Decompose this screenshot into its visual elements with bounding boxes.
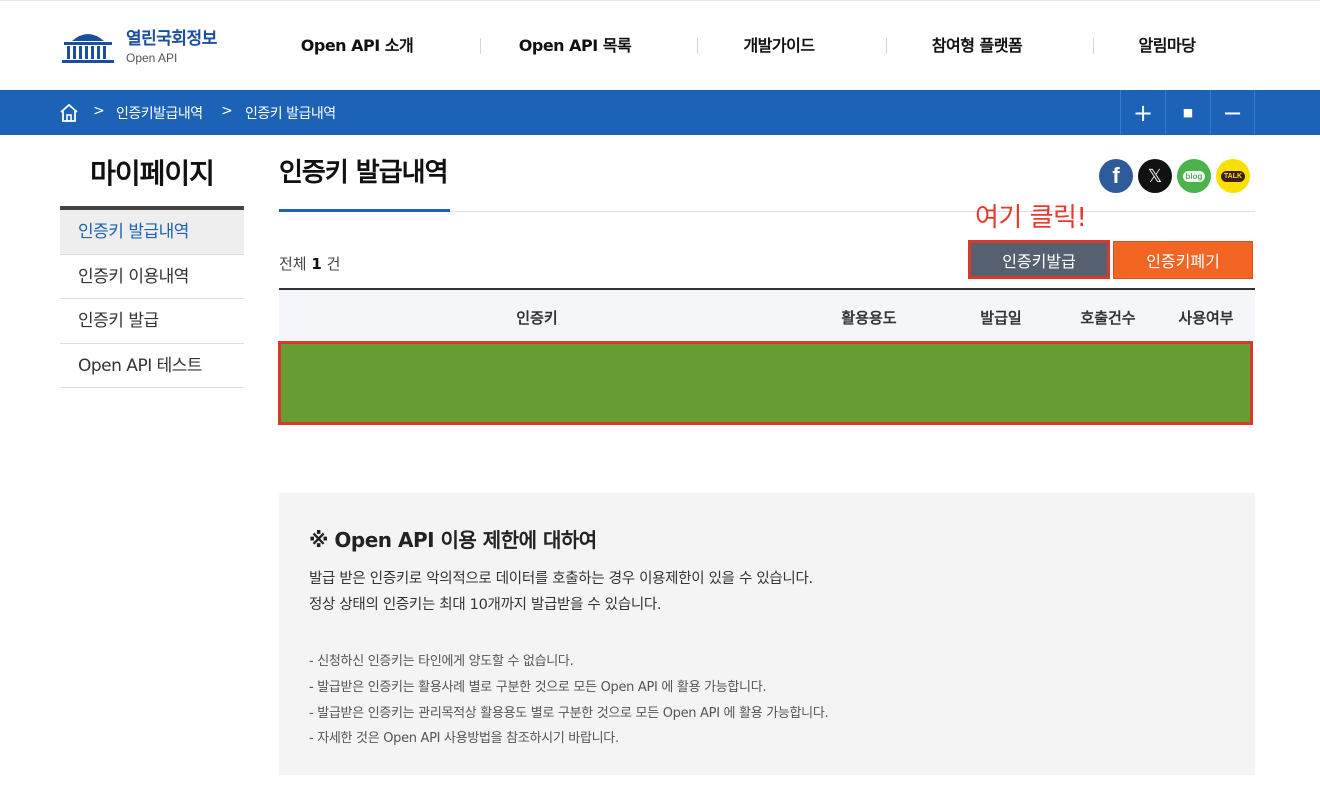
nav-divider xyxy=(697,38,698,54)
notice-line: 정상 상태의 인증키는 최대 10개까지 발급받을 수 있습니다. xyxy=(309,597,662,613)
x-share-icon[interactable]: 𝕏 xyxy=(1138,159,1172,193)
blog-icon-label: blog xyxy=(1182,170,1206,182)
zoom-in-button[interactable]: + xyxy=(1120,90,1165,135)
notice-title: ※ Open API 이용 제한에 대하여 xyxy=(309,528,597,552)
column-header-status: 사용여부 xyxy=(1178,309,1234,327)
table-row[interactable] xyxy=(278,341,1253,425)
facebook-share-icon[interactable]: f xyxy=(1099,159,1133,193)
nav-dev-guide[interactable]: 개발가이드 xyxy=(743,32,815,56)
chevron-right-icon: > xyxy=(93,103,105,119)
table-header: 인증키 활용용도 발급일 호출건수 사용여부 xyxy=(279,288,1255,340)
click-here-annotation: 여기 클릭! xyxy=(975,203,1087,233)
column-header-issue-date: 발급일 xyxy=(980,309,1022,327)
breadcrumb-item-current[interactable]: 인증키 발급내역 xyxy=(245,103,336,123)
sidebar-title: 마이페이지 xyxy=(90,157,215,190)
site-logo[interactable]: 열린국회정보 Open API xyxy=(60,27,217,67)
logo-title: 열린국회정보 xyxy=(126,28,217,49)
total-count: 전체 1 건 xyxy=(279,253,340,274)
notice-bullet: - 신청하신 인증키는 타인에게 양도할 수 없습니다. xyxy=(309,654,574,669)
total-suffix: 건 xyxy=(326,255,341,273)
nav-divider xyxy=(886,38,887,54)
total-number: 1 xyxy=(311,255,322,273)
page-title: 인증키 발급내역 xyxy=(279,158,448,188)
home-icon[interactable] xyxy=(59,103,79,123)
sidebar-item-key-history[interactable]: 인증키 발급내역 xyxy=(60,210,244,255)
nav-participation-platform[interactable]: 참여형 플랫폼 xyxy=(932,32,1023,56)
nav-divider xyxy=(1093,38,1094,54)
blog-share-icon[interactable]: blog xyxy=(1177,159,1211,193)
site-header: 열린국회정보 Open API Open API 소개 Open API 목록 … xyxy=(0,0,1320,90)
national-assembly-logo-icon xyxy=(62,34,114,63)
sidebar-item-key-issue[interactable]: 인증키 발급 xyxy=(60,299,244,344)
logo-subtitle: Open API xyxy=(126,50,178,65)
total-prefix: 전체 xyxy=(279,255,307,273)
chevron-right-icon: > xyxy=(221,103,233,119)
notice-line: 발급 받은 인증키로 악의적으로 데이터를 호출하는 경우 이용제한이 있을 수… xyxy=(309,571,813,587)
breadcrumb-item-key-history[interactable]: 인증키발급내역 xyxy=(116,103,203,123)
revoke-key-button[interactable]: 인증키폐기 xyxy=(1113,241,1253,279)
nav-divider xyxy=(480,38,481,54)
issue-key-button[interactable]: 인증키발급 xyxy=(968,240,1110,279)
zoom-reset-button[interactable]: ■ xyxy=(1165,90,1210,135)
zoom-out-button[interactable]: − xyxy=(1210,90,1255,135)
sidebar-item-key-usage[interactable]: 인증키 이용내역 xyxy=(60,255,244,299)
talk-icon-label: TALK xyxy=(1220,170,1246,182)
title-underline xyxy=(279,209,450,212)
column-header-call-count: 호출건수 xyxy=(1080,309,1136,327)
notice-bullet: - 발급받은 인증키는 관리목적상 활용용도 별로 구분한 것으로 모든 Ope… xyxy=(309,706,829,721)
notice-bullet: - 자세한 것은 Open API 사용방법을 참조하시기 바랍니다. xyxy=(309,731,619,746)
nav-open-api-intro[interactable]: Open API 소개 xyxy=(301,32,414,56)
nav-notice-board[interactable]: 알림마당 xyxy=(1139,32,1196,56)
kakaotalk-share-icon[interactable]: TALK xyxy=(1216,159,1250,193)
column-header-purpose: 활용용도 xyxy=(841,309,897,327)
column-header-key: 인증키 xyxy=(516,309,558,327)
sidebar-menu: 인증키 발급내역 인증키 이용내역 인증키 발급 Open API 테스트 xyxy=(60,206,244,388)
sidebar-item-api-test[interactable]: Open API 테스트 xyxy=(60,344,244,388)
logo-text: 열린국회정보 Open API xyxy=(126,28,217,65)
nav-open-api-list[interactable]: Open API 목록 xyxy=(519,32,632,56)
notice-bullet: - 발급받은 인증키는 활용사례 별로 구분한 것으로 모든 Open API … xyxy=(309,680,767,695)
